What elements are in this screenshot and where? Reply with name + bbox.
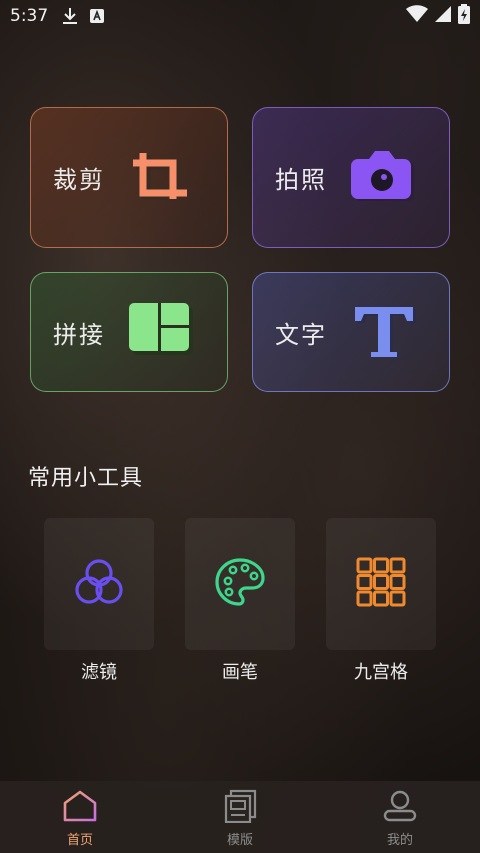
status-bar: 5:37 — [0, 0, 480, 32]
camera-card[interactable]: 拍照 — [252, 107, 450, 248]
filter-tool[interactable]: 滤镜 — [44, 518, 154, 684]
filter-circles-icon — [71, 556, 127, 612]
nine-grid-label: 九宫格 — [354, 662, 408, 683]
crop-label: 裁剪 — [53, 166, 105, 194]
profile-icon — [382, 789, 418, 827]
text-card[interactable]: 文字 — [252, 272, 450, 392]
grid-nine-icon — [356, 557, 406, 611]
camera-label: 拍照 — [275, 166, 327, 194]
brush-tile[interactable] — [185, 518, 295, 650]
brush-label: 画笔 — [222, 662, 258, 683]
nav-item-template[interactable]: 模版 — [160, 781, 320, 853]
bottom-nav: 首页 模版 我的 — [0, 781, 480, 853]
camera-icon — [351, 149, 417, 207]
collage-icon — [129, 303, 195, 361]
nine-grid-tile[interactable] — [326, 518, 436, 650]
nav-item-profile[interactable]: 我的 — [320, 781, 480, 853]
crop-icon — [129, 149, 195, 207]
home-icon — [62, 789, 98, 827]
filter-label: 滤镜 — [81, 662, 117, 683]
crop-card[interactable]: 裁剪 — [30, 107, 228, 248]
wifi-icon — [406, 4, 428, 28]
text-t-icon — [351, 303, 417, 361]
collage-label: 拼接 — [53, 320, 105, 349]
text-a-icon — [90, 9, 105, 23]
nav-label-template: 模版 — [226, 833, 253, 848]
palette-icon — [214, 557, 266, 611]
filter-tile[interactable] — [44, 518, 154, 650]
nav-item-home[interactable]: 首页 — [0, 781, 160, 853]
nav-label-profile: 我的 — [386, 833, 413, 848]
download-icon — [62, 7, 78, 25]
tools-section-title: 常用小工具 — [28, 466, 144, 491]
signal-icon — [434, 5, 452, 28]
nine-grid-tool[interactable]: 九宫格 — [326, 518, 436, 684]
text-label: 文字 — [275, 320, 327, 349]
status-time: 5:37 — [10, 6, 49, 26]
nav-label-home: 首页 — [66, 833, 93, 848]
template-icon — [222, 789, 258, 827]
battery-charging-icon — [458, 3, 470, 29]
brush-tool[interactable]: 画笔 — [185, 518, 295, 684]
collage-card[interactable]: 拼接 — [30, 272, 228, 392]
